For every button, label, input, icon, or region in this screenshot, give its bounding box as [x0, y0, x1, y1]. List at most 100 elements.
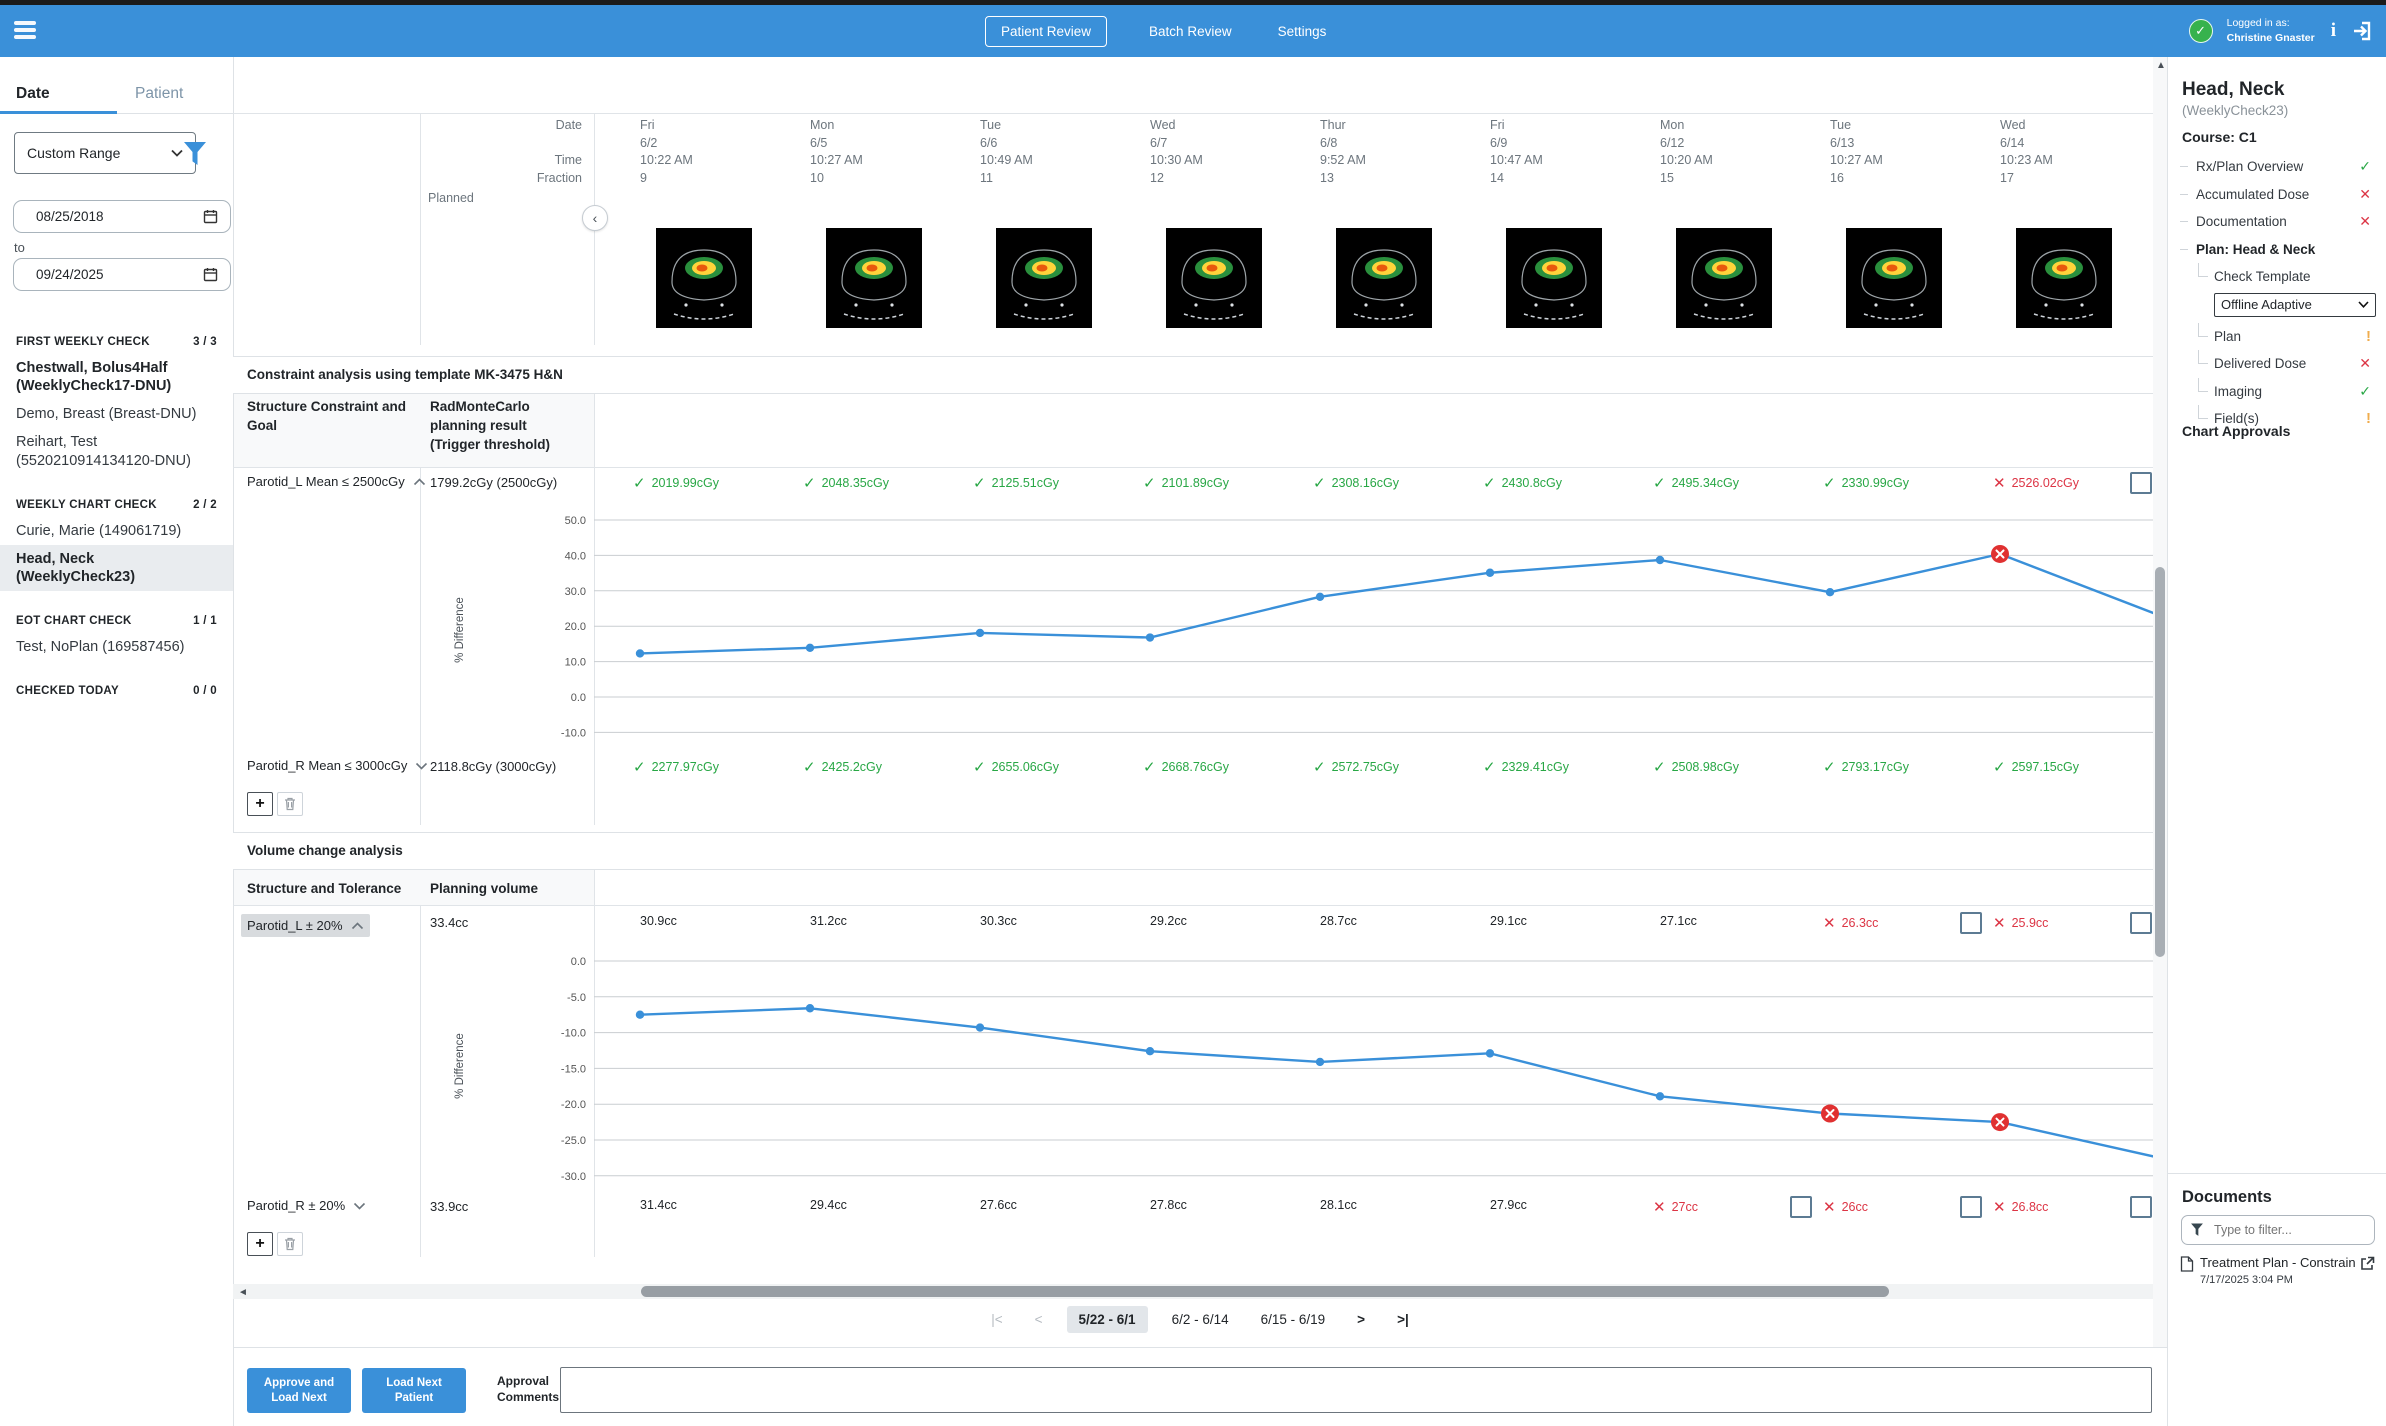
check-item-imaging[interactable]: Imaging✓: [2168, 378, 2386, 406]
document-link[interactable]: Treatment Plan - Constrain: [2180, 1255, 2377, 1272]
svg-text:-10.0: -10.0: [561, 727, 586, 739]
volume-trend-chart: 0.0-5.0-10.0-15.0-20.0-25.0-30.0% Differ…: [233, 945, 2167, 1187]
structure-label: Parotid_L Mean ≤ 2500cGy: [247, 474, 405, 489]
col-header-structure: Structure Constraint and Goal: [247, 398, 412, 436]
horizontal-scrollbar[interactable]: ◄►: [233, 1284, 2167, 1299]
result-cell: 30.3cc: [973, 914, 1017, 928]
result-value: 27.9cc: [1483, 1198, 1527, 1212]
fraction-column-header: Fri6/910:47 AM14: [1490, 117, 1543, 187]
ct-thumbnail[interactable]: [656, 228, 752, 328]
page-range-button[interactable]: 6/2 - 6/14: [1164, 1306, 1237, 1333]
add-constraint-button[interactable]: +: [247, 1232, 273, 1256]
approval-comments-input[interactable]: [560, 1367, 2152, 1413]
chevron-up-icon[interactable]: [413, 478, 426, 486]
pagination: |< <5/22 - 6/1 6/2 - 6/14 6/15 - 6/19 > >|: [233, 1306, 2167, 1333]
ct-thumbnail[interactable]: [996, 228, 1092, 328]
chevron-down-icon[interactable]: [353, 1202, 366, 1210]
structure-cell[interactable]: Parotid_L Mean ≤ 2500cGy: [247, 474, 426, 489]
check-template-value: Offline Adaptive: [2221, 297, 2312, 312]
ct-thumbnail[interactable]: [1166, 228, 1262, 328]
result-value: 2668.76cGy: [1162, 760, 1229, 774]
approve-and-load-next-button[interactable]: Approve and Load Next: [247, 1368, 351, 1413]
tree-connector: [2180, 249, 2188, 250]
scroll-up-arrow[interactable]: ▲: [2156, 60, 2166, 71]
x-icon: ✕: [2359, 185, 2371, 203]
last-page-button[interactable]: >|: [1389, 1306, 1417, 1333]
structure-cell[interactable]: Parotid_R ± 20%: [247, 1198, 366, 1213]
scroll-left-arrow[interactable]: ◄: [238, 1287, 248, 1298]
result-value: 2572.75cGy: [1332, 760, 1399, 774]
column-time: 10:47 AM: [1490, 152, 1543, 170]
check-item-delivered-dose[interactable]: Delivered Dose✕: [2168, 350, 2386, 378]
check-item-check-template[interactable]: Check Template: [2168, 263, 2386, 291]
result-value: 30.3cc: [973, 914, 1017, 928]
fraction-column-header: Wed6/710:30 AM12: [1150, 117, 1203, 187]
first-page-button[interactable]: |<: [983, 1306, 1010, 1333]
result-cell: ✓2597.15cGy: [1993, 758, 2079, 776]
ct-thumbnail[interactable]: [826, 228, 922, 328]
chevron-up-icon[interactable]: [351, 922, 364, 930]
column-date: 6/7: [1150, 135, 1203, 153]
next-page-button[interactable]: >: [1349, 1306, 1373, 1333]
horizontal-scroll-thumb[interactable]: [641, 1286, 1889, 1297]
structure-label: Parotid_R Mean ≤ 3000cGy: [247, 758, 407, 773]
tree-connector: [2198, 350, 2208, 364]
section-title-bar: Volume change analysis: [233, 832, 2160, 870]
vertical-scroll-thumb[interactable]: [2155, 567, 2165, 957]
ct-thumbnail[interactable]: [2016, 228, 2112, 328]
result-value: 28.7cc: [1313, 914, 1357, 928]
tree-connector: [2180, 221, 2188, 222]
acknowledge-checkbox[interactable]: [2130, 472, 2152, 494]
structure-cell[interactable]: Parotid_R Mean ≤ 3000cGy: [247, 758, 428, 773]
acknowledge-checkbox[interactable]: [2130, 912, 2152, 934]
check-icon: ✓: [1653, 758, 1666, 776]
x-icon: ✕: [1823, 1198, 1836, 1216]
row-divider: [233, 467, 2160, 468]
collapse-columns-button[interactable]: ‹: [582, 205, 608, 231]
delete-constraint-button[interactable]: [277, 792, 303, 816]
result-cell: ✓2793.17cGy: [1823, 758, 1909, 776]
add-constraint-button[interactable]: +: [247, 792, 273, 816]
column-fraction: 15: [1660, 170, 1713, 188]
delete-constraint-button[interactable]: [277, 1232, 303, 1256]
check-item-accumulated-dose[interactable]: Accumulated Dose✕: [2168, 181, 2386, 209]
chevron-down-icon[interactable]: [415, 762, 428, 770]
check-item-plan-head-neck[interactable]: Plan: Head & Neck: [2168, 236, 2386, 264]
result-cell: 31.2cc: [803, 914, 847, 928]
planning-value: 33.4cc: [430, 915, 468, 930]
col-header-planning: RadMonteCarlo planning result (Trigger t…: [430, 398, 580, 455]
documents-list: Treatment Plan - Constrain7/17/2025 3:04…: [2168, 1255, 2386, 1286]
ct-thumbnail[interactable]: [1336, 228, 1432, 328]
acknowledge-checkbox[interactable]: [1790, 1196, 1812, 1218]
column-fraction: 10: [810, 170, 863, 188]
check-item-rx-plan-overview[interactable]: Rx/Plan Overview✓: [2168, 153, 2386, 181]
page-range-button[interactable]: 6/15 - 6/19: [1253, 1306, 1334, 1333]
structure-cell[interactable]: Parotid_L ± 20%: [241, 914, 370, 937]
x-icon: ✕: [2359, 212, 2371, 230]
previous-page-button[interactable]: <: [1027, 1306, 1051, 1333]
structure-label: Parotid_L ± 20%: [247, 918, 343, 933]
result-value: 31.2cc: [803, 914, 847, 928]
tree-connector: [2198, 378, 2208, 392]
result-cell: 27.1cc: [1653, 914, 1697, 928]
check-template-select[interactable]: Offline Adaptive: [2214, 293, 2376, 317]
acknowledge-checkbox[interactable]: [2130, 1196, 2152, 1218]
acknowledge-checkbox[interactable]: [1960, 912, 1982, 934]
result-value: 26cc: [1842, 1200, 1868, 1214]
documents-filter-input[interactable]: [2212, 1219, 2368, 1241]
result-value: 29.4cc: [803, 1198, 847, 1212]
result-value: 25.9cc: [2012, 916, 2049, 930]
ct-thumbnail[interactable]: [1506, 228, 1602, 328]
page-range-button[interactable]: 5/22 - 6/1: [1067, 1306, 1148, 1333]
check-item-plan[interactable]: Plan!: [2168, 323, 2386, 351]
column-day: Wed: [1150, 117, 1203, 135]
column-date: 6/14: [2000, 135, 2053, 153]
result-cell: ✓2655.06cGy: [973, 758, 1059, 776]
ct-thumbnail[interactable]: [1676, 228, 1772, 328]
x-icon: ✕: [1823, 914, 1836, 932]
open-document-icon[interactable]: [2360, 1256, 2375, 1271]
ct-thumbnail[interactable]: [1846, 228, 1942, 328]
load-next-patient-button[interactable]: Load Next Patient: [362, 1368, 466, 1413]
acknowledge-checkbox[interactable]: [1960, 1196, 1982, 1218]
check-item-documentation[interactable]: Documentation✕: [2168, 208, 2386, 236]
